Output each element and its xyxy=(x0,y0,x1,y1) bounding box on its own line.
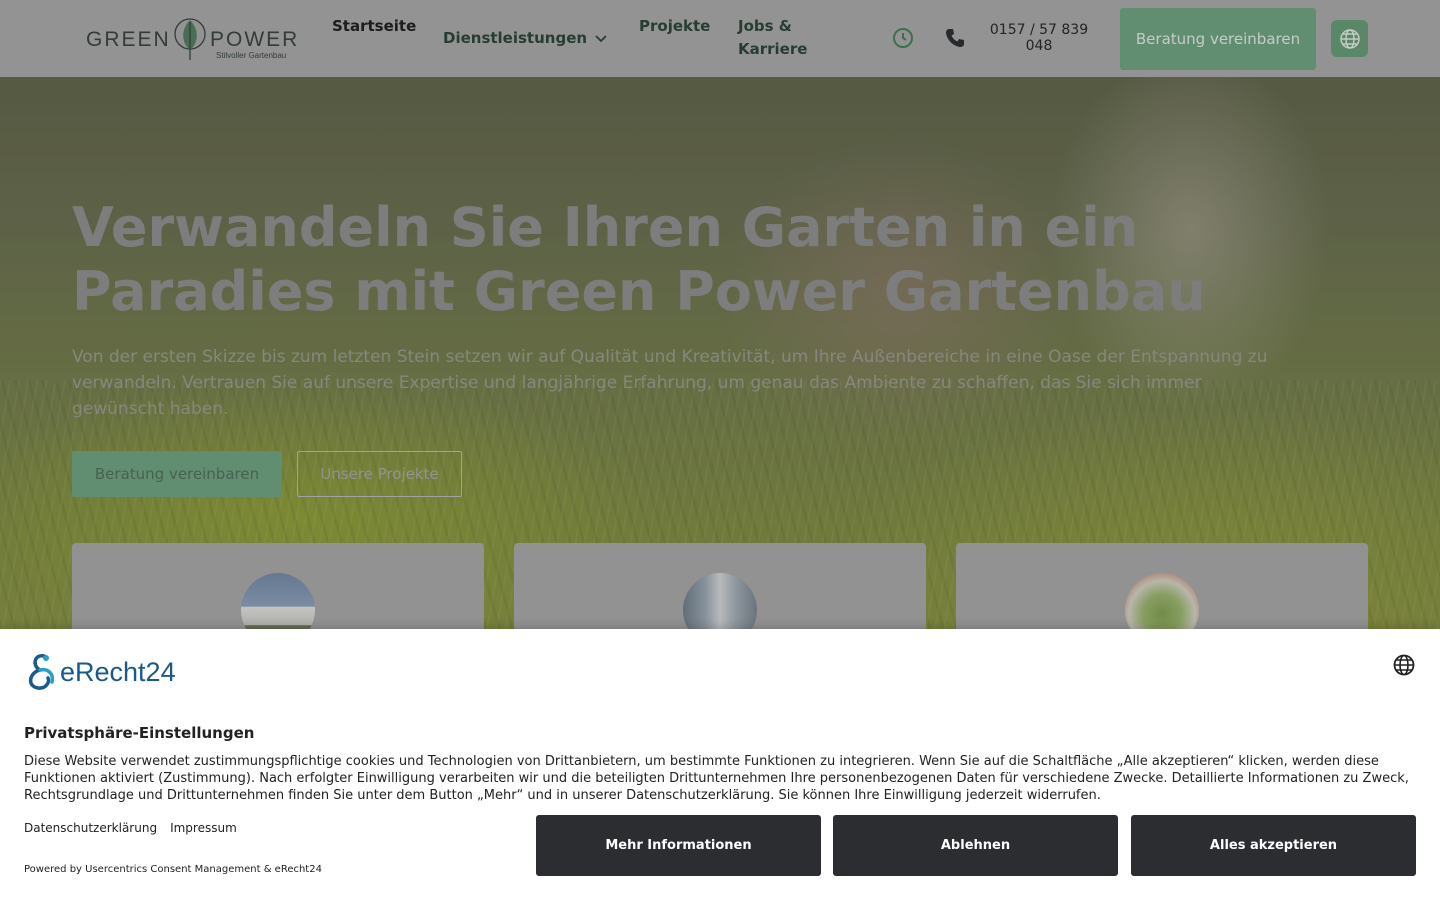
cookie-consent-banner: eRecht24 Privatsphäre-Einstellungen Dies… xyxy=(0,629,1440,900)
accept-all-button[interactable]: Alles akzeptieren xyxy=(1131,815,1416,876)
consent-description: Diese Website verwendet zustimmungspflic… xyxy=(24,754,1409,803)
imprint-link[interactable]: Impressum xyxy=(170,821,237,835)
powered-by-text: Powered by Usercentrics Consent Manageme… xyxy=(24,864,322,875)
consent-links: Datenschutzerklärung Impressum xyxy=(24,821,237,835)
decline-button[interactable]: Ablehnen xyxy=(833,815,1118,876)
more-info-button[interactable]: Mehr Informationen xyxy=(536,815,821,876)
consent-title: Privatsphäre-Einstellungen xyxy=(24,724,255,742)
erecht24-mark-icon xyxy=(28,654,55,690)
erecht24-wordmark: eRecht24 xyxy=(60,656,176,687)
erecht24-logo: eRecht24 xyxy=(24,652,176,692)
globe-icon[interactable] xyxy=(1393,654,1415,676)
privacy-policy-link[interactable]: Datenschutzerklärung xyxy=(24,821,157,835)
